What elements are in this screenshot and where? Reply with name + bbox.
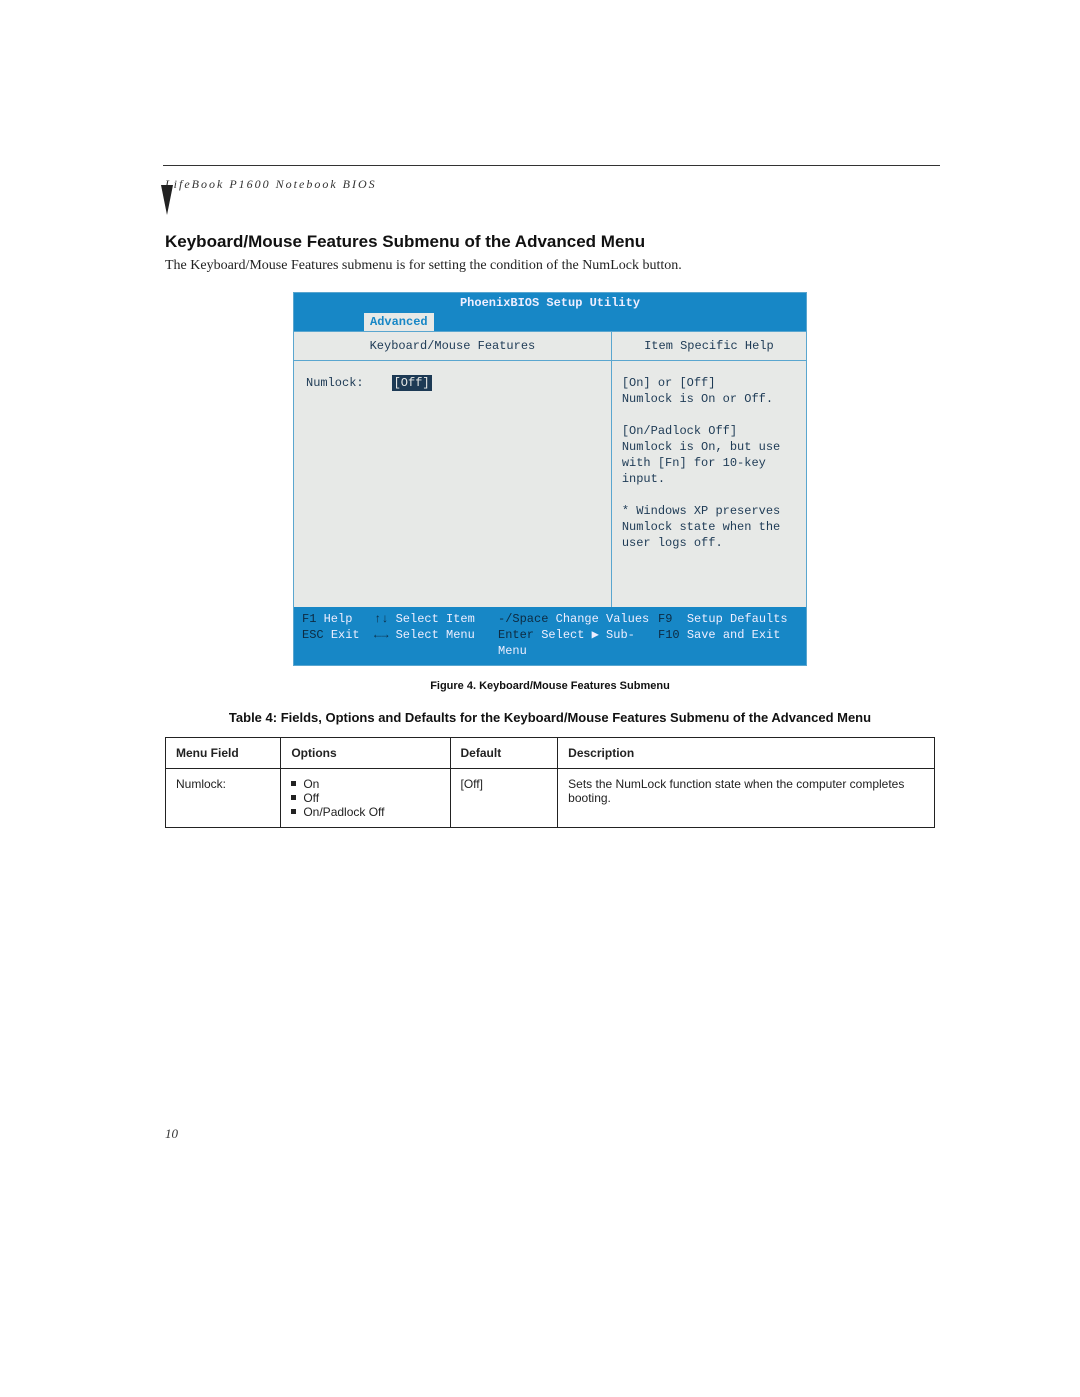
td-options: On Off On/Padlock Off <box>281 769 450 828</box>
bios-field-numlock[interactable]: Numlock: [Off] <box>306 375 599 391</box>
key-f9: F9 <box>658 612 672 626</box>
th-options: Options <box>281 738 450 769</box>
bios-field-value[interactable]: [Off] <box>392 375 432 391</box>
bios-footer-row2: ESC Exit ←→ Select Menu Enter Select ▶ S… <box>302 627 798 659</box>
list-item: On/Padlock Off <box>291 805 439 819</box>
label-change-values: Change Values <box>556 612 650 626</box>
label-exit: Exit <box>331 628 360 642</box>
definitions-table: Menu Field Options Default Description N… <box>165 737 935 828</box>
label-help: Help <box>324 612 353 626</box>
bios-left-pane: Keyboard/Mouse Features Numlock: [Off] <box>294 332 612 607</box>
list-item: On <box>291 777 439 791</box>
table-row: Numlock: On Off On/Padlock Off [Off] Set… <box>166 769 935 828</box>
bios-tab-advanced[interactable]: Advanced <box>364 313 434 331</box>
label-select-item: Select Item <box>396 612 475 626</box>
section-title: Keyboard/Mouse Features Submenu of the A… <box>165 232 935 252</box>
table-title: Table 4: Fields, Options and Defaults fo… <box>165 710 935 725</box>
td-default: [Off] <box>450 769 558 828</box>
table-header-row: Menu Field Options Default Description <box>166 738 935 769</box>
key-esc: ESC <box>302 628 324 642</box>
bios-body: Keyboard/Mouse Features Numlock: [Off] I… <box>294 331 806 607</box>
bios-left-heading: Keyboard/Mouse Features <box>294 332 611 361</box>
options-list: On Off On/Padlock Off <box>291 777 439 819</box>
label-save-exit: Save and Exit <box>687 628 781 642</box>
th-menu-field: Menu Field <box>166 738 281 769</box>
bios-title: PhoenixBIOS Setup Utility <box>294 293 806 313</box>
key-f10: F10 <box>658 628 680 642</box>
th-default: Default <box>450 738 558 769</box>
td-description: Sets the NumLock function state when the… <box>558 769 935 828</box>
bios-right-pane: Item Specific Help [On] or [Off] Numlock… <box>612 332 806 607</box>
label-select-menu: Select Menu <box>396 628 475 642</box>
key-leftright: ←→ <box>374 628 388 642</box>
td-menu-field: Numlock: <box>166 769 281 828</box>
bios-help-text: [On] or [Off] Numlock is On or Off. [On/… <box>612 361 806 607</box>
intro-text: The Keyboard/Mouse Features submenu is f… <box>165 258 935 274</box>
bios-left-content: Numlock: [Off] <box>294 361 611 607</box>
page: LifeBook P1600 Notebook BIOS Keyboard/Mo… <box>0 0 1080 1397</box>
bios-screenshot: PhoenixBIOS Setup Utility Advanced Keybo… <box>293 292 807 666</box>
key-enter: Enter <box>498 628 534 642</box>
key-f1: F1 <box>302 612 316 626</box>
header-tail-icon <box>160 185 174 215</box>
bios-tabs: Advanced <box>294 313 806 331</box>
bios-field-label: Numlock: <box>306 375 364 391</box>
bios-footer-row1: F1 Help ↑↓ Select Item -/Space Change Va… <box>302 611 798 627</box>
th-description: Description <box>558 738 935 769</box>
label-setup-defaults: Setup Defaults <box>687 612 788 626</box>
document-header: LifeBook P1600 Notebook BIOS <box>165 177 935 192</box>
key-updown: ↑↓ <box>374 612 388 626</box>
page-number: 10 <box>165 1126 178 1142</box>
figure-caption: Figure 4. Keyboard/Mouse Features Submen… <box>165 680 935 692</box>
bios-footer: F1 Help ↑↓ Select Item -/Space Change Va… <box>294 607 806 665</box>
key-space: -/Space <box>498 612 548 626</box>
list-item: Off <box>291 791 439 805</box>
header-rule <box>163 165 940 166</box>
bios-right-heading: Item Specific Help <box>612 332 806 361</box>
